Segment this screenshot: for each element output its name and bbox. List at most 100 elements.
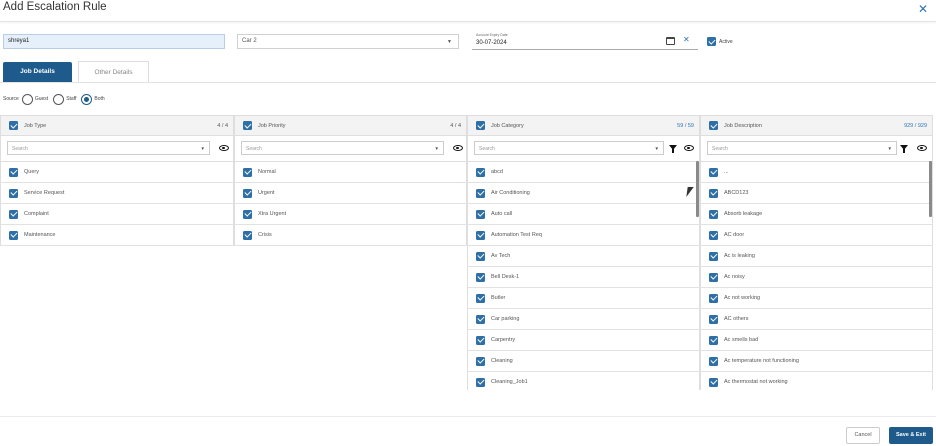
item-label: Ac not working	[724, 295, 761, 301]
list-item[interactable]: Ac noisy	[700, 267, 933, 288]
select-all-checkbox[interactable]	[709, 121, 718, 130]
location-select[interactable]: Car 2 ▼	[237, 34, 459, 49]
list-item[interactable]: Ac smells bad	[700, 330, 933, 351]
active-toggle[interactable]: Active	[707, 37, 733, 46]
source-radio-guest[interactable]	[21, 93, 33, 105]
item-checkbox[interactable]	[709, 377, 718, 387]
list-item[interactable]: Av Tech	[467, 246, 700, 267]
item-checkbox[interactable]	[9, 209, 18, 219]
item-checkbox[interactable]	[709, 188, 718, 198]
list-item[interactable]: Service Request	[0, 183, 234, 204]
list-item[interactable]: AC door	[700, 225, 933, 246]
item-checkbox[interactable]	[243, 167, 252, 177]
save-exit-button[interactable]: Save & Exit	[889, 427, 933, 444]
eye-icon[interactable]	[684, 145, 694, 151]
select-all-checkbox[interactable]	[243, 121, 252, 130]
list-item[interactable]: Auto call	[467, 204, 700, 225]
list-item[interactable]: Query	[0, 162, 234, 183]
select-all-checkbox[interactable]	[9, 121, 18, 130]
cancel-button[interactable]: Cancel	[846, 427, 880, 444]
item-checkbox[interactable]	[243, 230, 252, 240]
select-all-checkbox[interactable]	[476, 121, 485, 130]
item-checkbox[interactable]	[9, 230, 18, 240]
eye-icon[interactable]	[917, 145, 927, 151]
list-item[interactable]: Ac temperature not functioning	[700, 351, 933, 372]
list-item[interactable]: AC others	[700, 309, 933, 330]
list-item[interactable]: Crisis	[234, 225, 467, 246]
item-checkbox[interactable]	[476, 209, 485, 219]
item-checkbox[interactable]	[476, 335, 485, 345]
panel-list: Normal Urgent Xtra Urgent Crisis	[234, 161, 467, 246]
list-item[interactable]: Bell Desk-1	[467, 267, 700, 288]
panel-search-input[interactable]: Search ▼	[707, 141, 897, 155]
item-checkbox[interactable]	[476, 230, 485, 240]
list-item[interactable]: Ac is leaking	[700, 246, 933, 267]
list-item[interactable]: Butler	[467, 288, 700, 309]
item-checkbox[interactable]	[243, 188, 252, 198]
item-checkbox[interactable]	[476, 272, 485, 282]
item-label: Absorb leakage	[724, 211, 763, 217]
tab-other-details[interactable]: Other Details	[78, 61, 149, 82]
source-radio-both[interactable]	[81, 93, 93, 105]
item-checkbox[interactable]	[709, 209, 718, 219]
list-item[interactable]: Urgent	[234, 183, 467, 204]
list-item[interactable]: Air Conditioning	[467, 183, 700, 204]
eye-icon[interactable]	[219, 145, 229, 151]
item-checkbox[interactable]	[476, 251, 485, 261]
item-checkbox[interactable]	[243, 209, 252, 219]
close-icon[interactable]: ✕	[918, 2, 928, 16]
item-checkbox[interactable]	[709, 251, 718, 261]
clear-date-icon[interactable]: ✕	[683, 35, 690, 44]
panel-scrollbar[interactable]	[696, 161, 699, 217]
panel-search-input[interactable]: Search ▼	[241, 141, 444, 155]
list-item[interactable]: Ac thermostat not working	[700, 372, 933, 390]
item-label: AC door	[724, 232, 745, 238]
eye-icon[interactable]	[453, 145, 463, 151]
list-item[interactable]: Xtra Urgent	[234, 204, 467, 225]
list-item[interactable]: Ac not working	[700, 288, 933, 309]
item-label: Ac is leaking	[724, 253, 755, 259]
active-checkbox[interactable]	[707, 37, 716, 46]
list-item[interactable]: abcd	[467, 162, 700, 183]
item-checkbox[interactable]	[709, 335, 718, 345]
item-checkbox[interactable]	[9, 188, 18, 198]
list-item[interactable]: Car parking	[467, 309, 700, 330]
filter-icon[interactable]	[900, 145, 908, 153]
list-item[interactable]: Cleaning	[467, 351, 700, 372]
item-checkbox[interactable]	[709, 230, 718, 240]
list-item[interactable]: Absorb leakage	[700, 204, 933, 225]
list-item[interactable]: Automation Test Req	[467, 225, 700, 246]
item-checkbox[interactable]	[709, 356, 718, 366]
item-checkbox[interactable]	[709, 314, 718, 324]
filter-icon[interactable]	[669, 145, 677, 153]
item-label: Ac thermostat not working	[724, 379, 788, 385]
list-item[interactable]: Maintenance	[0, 225, 234, 246]
item-checkbox[interactable]	[476, 377, 485, 387]
panel-search-input[interactable]: Search ▼	[474, 141, 664, 155]
item-checkbox[interactable]	[476, 167, 485, 177]
panel-scrollbar[interactable]	[929, 161, 932, 217]
list-item[interactable]: Carpentry	[467, 330, 700, 351]
source-radio-staff[interactable]	[53, 93, 65, 105]
item-checkbox[interactable]	[709, 167, 718, 177]
list-item[interactable]: ...	[700, 162, 933, 183]
panel-search-input[interactable]: Search ▼	[7, 141, 210, 155]
item-checkbox[interactable]	[709, 293, 718, 303]
tab-job-details[interactable]: Job Details	[3, 62, 72, 82]
list-item[interactable]: Normal	[234, 162, 467, 183]
list-item[interactable]: Complaint	[0, 204, 234, 225]
item-checkbox[interactable]	[476, 356, 485, 366]
rule-name-input[interactable]: shreya1	[3, 34, 225, 49]
dialog-header: Add Escalation Rule ✕	[0, 0, 936, 22]
expiry-date-field[interactable]: Account Expiry Date 30-07-2024 ✕	[472, 33, 698, 50]
item-checkbox[interactable]	[476, 293, 485, 303]
item-checkbox[interactable]	[9, 167, 18, 177]
list-item[interactable]: ABCD123	[700, 183, 933, 204]
item-checkbox[interactable]	[476, 188, 485, 198]
panel-title: Job Priority	[258, 122, 286, 129]
item-checkbox[interactable]	[709, 272, 718, 282]
item-checkbox[interactable]	[476, 314, 485, 324]
list-item[interactable]: Cleaning_Job1	[467, 372, 700, 390]
source-radio-both-label: Both	[94, 96, 105, 102]
calendar-icon[interactable]	[666, 37, 675, 45]
